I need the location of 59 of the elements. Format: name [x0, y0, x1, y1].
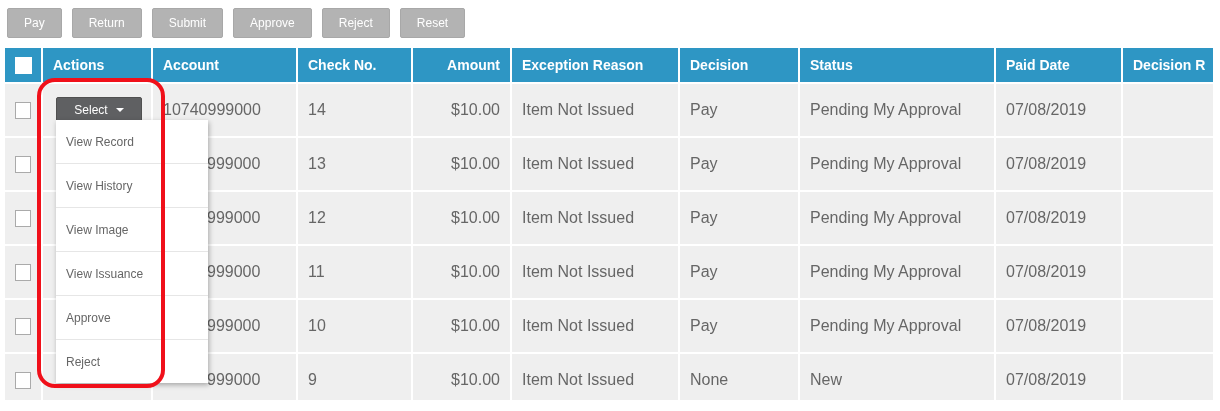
menu-item[interactable]: View History — [56, 164, 208, 208]
table-cell: 9 — [308, 371, 317, 389]
table-cell: $10.00 — [451, 263, 500, 281]
column-header[interactable]: Status — [810, 57, 853, 73]
table-cell: 11 — [308, 263, 325, 281]
table-cell: 07/08/2019 — [1006, 155, 1087, 173]
menu-item[interactable]: View Record — [56, 120, 208, 164]
row-checkbox[interactable] — [15, 317, 31, 335]
table-cell: Pending My Approval — [810, 209, 962, 227]
table-cell: Pay — [690, 209, 718, 227]
table-cell: Pay — [690, 263, 718, 281]
table-cell: 07/08/2019 — [1006, 101, 1087, 119]
select-dropdown-button[interactable]: Select — [56, 97, 142, 123]
table-cell: None — [690, 371, 729, 389]
row-checkbox[interactable] — [15, 263, 31, 281]
row-checkbox[interactable] — [15, 209, 31, 227]
table-cell: 999000 — [207, 263, 261, 281]
caret-icon — [115, 108, 124, 112]
table-cell: 07/08/2019 — [1006, 371, 1087, 389]
menu-item[interactable]: Approve — [56, 296, 208, 340]
table-cell: 14 — [308, 101, 326, 119]
table-cell: Pending My Approval — [810, 263, 962, 281]
table-cell: Item Not Issued — [522, 209, 635, 227]
table-cell: New — [810, 371, 842, 389]
column-header[interactable]: Account — [163, 57, 219, 73]
menu-item[interactable]: View Issuance — [56, 252, 208, 296]
table-cell: $10.00 — [451, 317, 500, 335]
table-cell: Pay — [690, 155, 718, 173]
table-cell: $10.00 — [451, 155, 500, 173]
select-all-checkbox[interactable] — [14, 56, 32, 74]
table-cell: Pending My Approval — [810, 101, 962, 119]
table-cell: 999000 — [207, 371, 261, 389]
table-cell: 999000 — [207, 317, 261, 335]
table-cell: $10.00 — [451, 371, 500, 389]
table-cell: 07/08/2019 — [1006, 263, 1087, 281]
menu-item[interactable]: Reject — [56, 340, 208, 383]
row-checkbox[interactable] — [15, 371, 31, 389]
table-cell: 999000 — [207, 209, 261, 227]
table-cell: 07/08/2019 — [1006, 209, 1087, 227]
table-cell: Item Not Issued — [522, 263, 635, 281]
table-cell: 13 — [308, 155, 326, 173]
row-checkbox[interactable] — [15, 155, 31, 173]
row-checkbox[interactable] — [15, 101, 31, 119]
table-cell: $10.00 — [451, 101, 500, 119]
table-cell: Item Not Issued — [522, 371, 635, 389]
table-cell: Pending My Approval — [810, 155, 962, 173]
table-cell: Item Not Issued — [522, 317, 635, 335]
table-cell: 10740999000 — [163, 101, 261, 119]
menu-item[interactable]: View Image — [56, 208, 208, 252]
table-cell: $10.00 — [451, 209, 500, 227]
table-cell: Pending My Approval — [810, 317, 962, 335]
table-cell: 07/08/2019 — [1006, 317, 1087, 335]
table-cell: 999000 — [207, 155, 261, 173]
table-cell: Pay — [690, 317, 718, 335]
table-cell: 12 — [308, 209, 326, 227]
table-cell: Pay — [690, 101, 718, 119]
table-cell: 10 — [308, 317, 326, 335]
table-cell: Item Not Issued — [522, 155, 635, 173]
table-cell: Item Not Issued — [522, 101, 635, 119]
